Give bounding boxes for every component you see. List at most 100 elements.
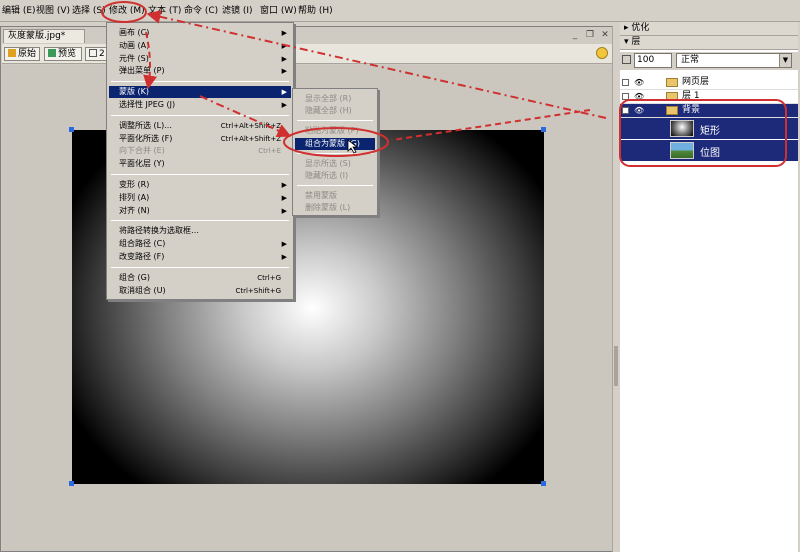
menu-item-label: 平面化所选 (F) [119,133,173,143]
menu-select[interactable]: 选择 (S) [72,5,106,18]
eye-icon[interactable]: 👁 [634,76,648,89]
menu-help[interactable]: 帮助 (H) [298,5,333,18]
layer-row-background[interactable]: 👁 背景 [620,104,798,118]
modify-menu-item-4[interactable]: 蒙版 (K) ▶ [109,86,291,99]
menu-item-shortcut: Ctrl+Alt+Shift+Z [220,121,281,130]
menu-separator [111,266,289,268]
menu-text[interactable]: 文本 (T) [148,5,181,18]
submenu-arrow-icon: ▶ [281,88,287,97]
menu-separator [111,220,289,222]
layer-row-web[interactable]: 👁 网页层 [620,76,798,90]
modify-menu-item-5[interactable]: 选择性 JPEG (J) ▶ [109,99,291,111]
object-row-rectangle[interactable]: 矩形 [620,118,798,139]
modify-menu-item-3[interactable]: 弹出菜单 (P) ▶ [109,65,291,77]
menu-item-shortcut: Ctrl+G [257,273,281,282]
selection-handle-bl[interactable] [69,481,74,486]
modify-menu-item-0[interactable]: 画布 (C) ▶ [109,27,291,39]
modify-menu-item-11[interactable]: 排列 (A) ▶ [109,192,291,204]
key-icon[interactable] [596,47,608,59]
submenu-arrow-icon: ▶ [281,67,287,76]
tab-2-up[interactable]: 2 [85,47,107,61]
opacity-field[interactable]: 100 [634,53,672,68]
menu-edit[interactable]: 编辑 (E) [2,5,36,18]
eye-icon[interactable]: 👁 [634,90,648,103]
layer-expand-box[interactable] [622,79,629,86]
submenu-arrow-icon: ▶ [281,181,287,189]
modify-menu-item-10[interactable]: 变形 (R) ▶ [109,179,291,191]
optimize-panel-header[interactable]: ▸ 优化 [620,22,798,36]
tab-preview-label: 预览 [58,49,77,59]
menu-filters[interactable]: 滤镜 (I) [222,5,253,18]
preview-icon [48,49,56,57]
modify-menu-item-14[interactable]: 组合路径 (C) ▶ [109,238,291,250]
menu-window[interactable]: 窗口 (W) [260,5,297,18]
minimize-icon[interactable]: _ [569,29,581,41]
document-tab[interactable]: 灰度蒙版.jpg* [3,29,85,43]
menu-bar: 编辑 (E) 视图 (V) 选择 (S) 修改 (M) 文本 (T) 命令 (C… [0,0,800,22]
object-label: 位图 [700,148,720,159]
selection-handle-br[interactable] [541,481,546,486]
mask-submenu-item-4[interactable]: 显示所选 (S) [295,158,375,170]
submenu-arrow-icon: ▶ [281,101,287,109]
chevron-down-icon[interactable]: ▼ [779,54,791,67]
restore-icon[interactable]: ❐ [584,29,596,41]
mask-submenu-item-1[interactable]: 隐藏全部 (H) [295,105,375,117]
layer-row-1[interactable]: 👁 层 1 [620,90,798,104]
menu-item-label: 弹出菜单 (P) [119,66,165,76]
menu-item-label: 调整所选 (L)... [119,120,172,130]
menu-separator [111,114,289,116]
modify-menu-item-15[interactable]: 改变路径 (F) ▶ [109,251,291,263]
selection-handle-tr[interactable] [541,127,546,132]
menu-item-shortcut: Ctrl+E [258,147,281,156]
mask-submenu-item-3[interactable]: 组合为蒙版 (G) [295,137,375,150]
menu-modify[interactable]: 修改 (M) [109,5,145,18]
layer-label: 网页层 [682,77,710,87]
modify-menu-item-2[interactable]: 元件 (S) ▶ [109,53,291,65]
layers-panel-header[interactable]: ▾ 层 [620,36,798,50]
tab-2-up-label: 2 [99,49,105,59]
menu-item-label: 选择性 JPEG (J) [119,100,176,109]
menu-item-label: 将路径转换为选取框… [119,226,199,236]
modify-menu-item-16[interactable]: 组合 (G) Ctrl+G [109,272,291,284]
menu-separator [297,120,373,122]
modify-menu-item-13[interactable]: 将路径转换为选取框… [109,225,291,237]
modify-menu-item-12[interactable]: 对齐 (N) ▶ [109,205,291,217]
document-view-toolbar: 原始 预览 2 [2,44,612,64]
mask-submenu-item-0[interactable]: 显示全部 (R) [295,93,375,105]
rectangle-thumbnail [670,120,694,137]
tab-preview[interactable]: 预览 [44,47,82,61]
tab-original[interactable]: 原始 [4,47,40,61]
mask-submenu-item-7[interactable]: 删除蒙版 (L) [295,202,375,214]
blend-mode-value: 正常 [681,55,700,65]
layer-expand-box[interactable] [622,107,629,114]
layer-expand-box[interactable] [622,93,629,100]
close-icon[interactable]: ✕ [599,29,611,41]
mask-submenu-item-5[interactable]: 隐藏所选 (I) [295,170,375,182]
menu-view[interactable]: 视图 (V) [36,5,70,18]
menu-item-shortcut: Ctrl+Alt+Shift+Z [220,134,281,143]
object-row-bitmap[interactable]: 位图 [620,140,798,161]
menu-item-label: 组合为蒙版 (G) [305,138,360,148]
menu-item-label: 组合 (G) [119,272,150,282]
modify-menu-item-17[interactable]: 取消组合 (U) Ctrl+Shift+G [109,285,291,297]
selection-handle-tl[interactable] [69,127,74,132]
modify-menu-item-6[interactable]: 调整所选 (L)... Ctrl+Alt+Shift+Z [109,120,291,132]
menu-item-label: 对齐 (N) [119,205,150,215]
modify-menu-item-1[interactable]: 动画 (A) ▶ [109,40,291,52]
mask-submenu-item-2[interactable]: 粘贴为蒙版 (P) [295,125,375,137]
modify-menu-item-8[interactable]: 向下合并 (E) Ctrl+E [109,145,291,157]
menu-item-label: 显示全部 (R) [305,94,352,103]
blend-mode-select[interactable]: 正常 ▼ [676,53,792,68]
object-label: 矩形 [700,126,720,137]
modify-menu-item-7[interactable]: 平面化所选 (F) Ctrl+Alt+Shift+Z [109,133,291,145]
menu-separator [111,174,289,175]
menu-item-label: 蒙版 (K) [119,87,150,97]
right-panel: ▸ 优化 ▾ 层 100 正常 ▼ 👁 网页层 👁 层 1 👁 背景 矩形 位图 [618,22,800,552]
modify-menu-item-9[interactable]: 平面化层 (Y) [109,158,291,170]
pencil-icon [8,49,16,57]
mask-submenu-item-6[interactable]: 禁用蒙版 [295,190,375,202]
menu-item-label: 删除蒙版 (L) [305,203,351,213]
eye-icon[interactable]: 👁 [634,104,648,117]
menu-commands[interactable]: 命令 (C) [184,5,218,18]
optimize-label: 优化 [631,23,650,33]
